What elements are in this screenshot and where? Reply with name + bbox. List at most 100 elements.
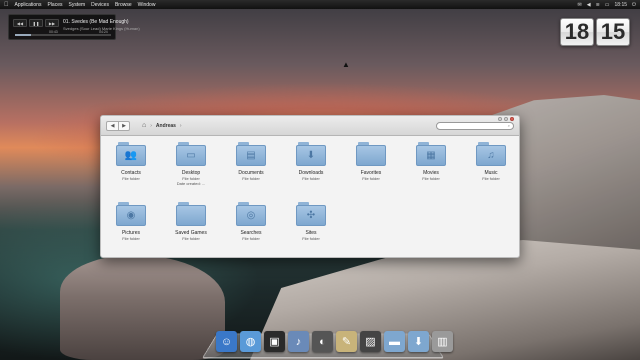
volume-icon[interactable]: ◀ — [587, 2, 591, 8]
breadcrumb-separator-icon: › — [150, 122, 152, 129]
minimize-button[interactable] — [498, 117, 502, 121]
folder-kind: File folder — [122, 236, 140, 241]
folder-item-music[interactable]: ♫ Music File folder — [461, 138, 521, 198]
previous-track-button[interactable]: ◀◀ — [13, 19, 27, 27]
clock-minutes: 15 — [596, 18, 630, 46]
previous-icon: ◀◀ — [16, 20, 24, 26]
search-icon: ⌕ — [507, 123, 510, 128]
menu-browse[interactable]: Browse — [115, 2, 132, 8]
forward-button[interactable]: ▶ — [118, 121, 129, 130]
dock: ☺ ◍ ▣ ♪ ◐ ✎ ▨ ▬ ⬇ ▥ — [216, 331, 453, 352]
mail-icon[interactable]: ✉ — [578, 2, 582, 8]
folder-item-saved-games[interactable]: Saved Games File folder — [161, 198, 221, 258]
flip-clock-widget: 18 15 — [560, 18, 630, 46]
system-tray: ✉ ◀ ≋ ▭ 18:15 ⏻ — [578, 2, 636, 8]
compass-icon: ✣ — [306, 210, 316, 221]
folder-icon — [176, 202, 206, 226]
dock-item-trash[interactable]: ▥ — [432, 331, 453, 352]
folder-item-sites[interactable]: ✣ Sites File folder — [281, 198, 341, 258]
back-button[interactable]: ◀ — [107, 122, 118, 130]
home-icon[interactable]: ⌂ — [142, 122, 146, 129]
trash-icon: ▥ — [437, 336, 448, 348]
track-title: 01. Svedes (Be Mad Enough) — [63, 19, 129, 25]
breadcrumb-current[interactable]: Andreas — [156, 123, 176, 129]
folder-item-documents[interactable]: ▤ Documents File folder — [221, 138, 281, 198]
folder-item-movies[interactable]: ▦ Movies File folder — [401, 138, 461, 198]
folder-item-downloads[interactable]: ⬇ Downloads File folder — [281, 138, 341, 198]
folder-icon: ◎ — [236, 202, 266, 226]
folder-item-contacts[interactable]: 👥 Contacts File folder — [101, 138, 161, 198]
folder-kind: File folder — [362, 176, 380, 181]
folder-kind: File folder — [302, 176, 320, 181]
track-progress-bar[interactable] — [15, 34, 111, 36]
people-icon: 👥 — [124, 150, 138, 161]
search-input[interactable]: ⌕ — [436, 121, 514, 130]
folder-kind: File folder — [242, 236, 260, 241]
folder-item-favorites[interactable]: Favorites File folder — [341, 138, 401, 198]
folder-date: Date created: ... — [176, 181, 206, 186]
magnifier-icon: ◎ — [246, 210, 256, 221]
download-icon: ⬇ — [306, 150, 316, 161]
top-panel:  Applications Places System Devices Bro… — [0, 0, 640, 9]
monitor-icon: ▭ — [186, 150, 196, 161]
folder-icon: ♫ — [476, 142, 506, 166]
finder-icon: ☺ — [220, 335, 233, 348]
maximize-button[interactable] — [504, 117, 508, 121]
music-note-icon: ♫ — [487, 150, 495, 161]
folder-icon: ▦ — [416, 142, 446, 166]
forward-arrow-icon: ▶ — [122, 122, 126, 129]
folder-kind: File folder — [122, 176, 140, 181]
music-icon: ♪ — [295, 335, 302, 348]
folder-item-searches[interactable]: ◎ Searches File folder — [221, 198, 281, 258]
download-icon: ⬇ — [413, 336, 424, 348]
battery-icon[interactable]: ▭ — [605, 2, 610, 8]
folder-item-desktop[interactable]: ▭ Desktop File folder Date created: ... — [161, 138, 221, 198]
folder-kind: File folder — [242, 176, 260, 181]
network-icon[interactable]: ≋ — [596, 2, 600, 8]
folder-icon: ▬ — [389, 335, 400, 348]
gauge-icon: ◐ — [319, 335, 326, 348]
apple-logo-icon[interactable]:  — [4, 2, 9, 8]
power-icon[interactable]: ⏻ — [632, 2, 636, 8]
dock-item-home-folder[interactable]: ▬ — [384, 331, 405, 352]
dock-item-itunes[interactable]: ♪ — [288, 331, 309, 352]
dock-item-downloads-stack[interactable]: ⬇ — [408, 331, 429, 352]
window-controls — [498, 117, 514, 121]
menu-places[interactable]: Places — [47, 2, 62, 8]
back-arrow-icon: ◀ — [110, 122, 115, 129]
pause-icon: ❚❚ — [32, 20, 40, 26]
music-player-widget: ◀◀ ❚❚ ▶▶ 01. Svedes (Be Mad Enough) Sved… — [8, 14, 140, 40]
wallpaper-rock-left — [60, 255, 225, 360]
next-icon: ▶▶ — [48, 20, 56, 26]
panel-clock[interactable]: 18:15 — [615, 2, 628, 8]
dock-item-notes[interactable]: ✎ — [336, 331, 357, 352]
breadcrumb-next-icon[interactable]: › — [180, 123, 182, 129]
document-icon: ▤ — [246, 150, 256, 161]
dock-item-photos[interactable]: ▨ — [360, 331, 381, 352]
notes-icon: ✎ — [341, 336, 352, 348]
mouse-pointer-icon: ▲ — [342, 60, 350, 69]
menu-applications[interactable]: Applications — [15, 2, 42, 8]
dock-item-terminal[interactable]: ▣ — [264, 331, 285, 352]
photo-icon: ▨ — [365, 336, 376, 348]
folder-icon: ▭ — [176, 142, 206, 166]
dock-item-finder[interactable]: ☺ — [216, 331, 237, 352]
folder-item-pictures[interactable]: ◉ Pictures File folder — [101, 198, 161, 258]
nav-buttons: ◀ ▶ — [106, 120, 130, 131]
terminal-icon: ▣ — [269, 336, 280, 348]
track-progress-fill — [15, 34, 32, 36]
folder-icon: ✣ — [296, 202, 326, 226]
film-icon: ▦ — [426, 150, 436, 161]
menu-devices[interactable]: Devices — [91, 2, 109, 8]
menu-window[interactable]: Window — [138, 2, 156, 8]
dock-item-dashboard[interactable]: ◐ — [312, 331, 333, 352]
next-track-button[interactable]: ▶▶ — [45, 19, 59, 27]
pause-button[interactable]: ❚❚ — [29, 19, 43, 27]
close-button[interactable] — [510, 117, 514, 121]
menu-system[interactable]: System — [68, 2, 85, 8]
folder-icon: ⬇ — [296, 142, 326, 166]
window-toolbar: ◀ ▶ ⌂ › Andreas › ⌕ — [101, 116, 519, 136]
clock-hours: 18 — [560, 18, 594, 46]
dock-item-safari[interactable]: ◍ — [240, 331, 261, 352]
folder-kind: File folder — [482, 176, 500, 181]
